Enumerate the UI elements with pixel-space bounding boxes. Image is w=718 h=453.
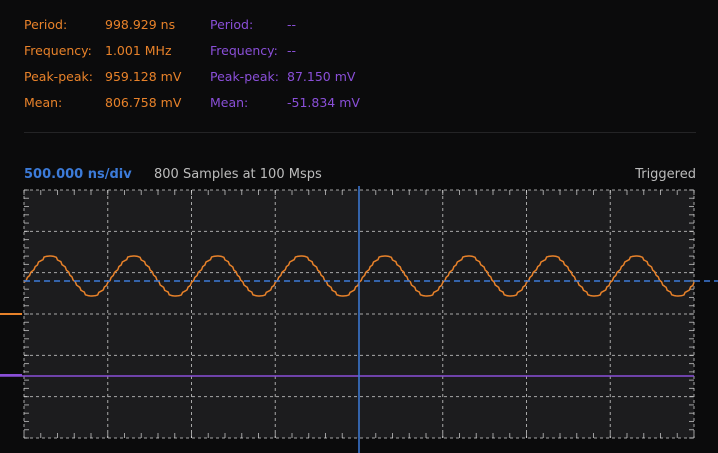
scope-display[interactable] xyxy=(0,0,718,453)
